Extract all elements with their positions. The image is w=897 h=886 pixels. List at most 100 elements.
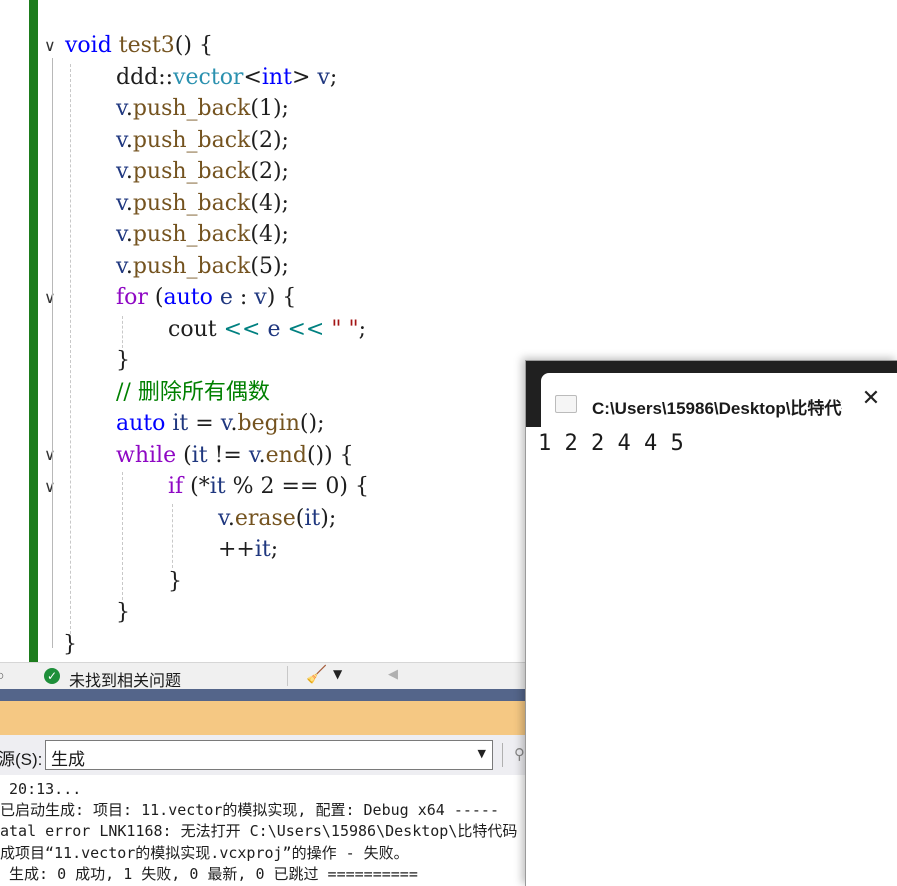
code-line[interactable]: } [168,567,182,597]
code-token: " " [331,316,359,342]
code-token: ) { [266,285,297,310]
code-token: ); [320,505,337,531]
console-tab[interactable]: C:\Users\15986\Desktop\比特代码 ✕ [541,373,897,427]
close-icon[interactable]: ✕ [858,386,884,412]
code-line[interactable]: auto it = v.begin(); [116,409,324,439]
output-line: atal error LNK1168: 无法打开 C:\Users\15986\… [0,822,518,840]
change-indicator-bar [29,0,38,662]
code-token: (* [183,474,210,499]
code-token: erase [234,505,296,531]
code-line[interactable]: ++it; [218,535,278,565]
indent-guide [172,504,173,568]
code-token: ++ [218,537,255,562]
code-token: v [116,190,126,216]
code-token: . [125,253,133,279]
code-token: . [125,96,133,121]
output-line: 已启动生成: 项目: 11.vector的模拟实现, 配置: Debug x64… [0,801,499,819]
code-token: . [230,411,238,436]
code-token: : [232,285,255,310]
code-line[interactable]: for (auto e : v) { [116,283,296,313]
issues-status[interactable]: 未找到相关问题 [69,667,181,691]
code-line[interactable]: ddd::vector<int> v; [116,63,337,93]
source-select-value: 生成 [51,750,85,769]
code-token: (2); [250,127,289,153]
output-pane[interactable]: 20:13... 已启动生成: 项目: 11.vector的模拟实现, 配置: … [0,775,525,885]
indent-guide [122,472,123,600]
code-token: ; [270,537,279,562]
chevron-down-icon[interactable]: ▼ [333,667,342,681]
divider [502,743,503,767]
code-token: auto [163,285,213,310]
code-token: begin [237,411,300,436]
code-token: ( [147,285,164,310]
code-token: while [116,442,177,468]
code-line[interactable]: v.push_back(2); [116,126,289,156]
code-token: int [261,64,292,90]
code-token: . [258,442,266,468]
code-line[interactable]: if (*it % 2 == 0) { [168,472,369,502]
code-line[interactable]: void test3() { [65,31,213,61]
editor-status-bar: ○ ✓ 未找到相关问题 🧹 ▼ ◀ [0,662,525,690]
code-token: v [220,411,231,436]
code-token: v [116,127,126,153]
code-line[interactable]: } [116,346,130,376]
code-line[interactable]: while (it != v.end()) { [116,441,354,471]
code-token: (4); [250,190,289,216]
code-line[interactable]: // 删除所有偶数 [116,378,270,408]
code-token: cout [168,316,224,342]
code-line[interactable]: v.erase(it); [218,504,336,534]
code-token: . [227,505,235,531]
code-token: = [188,411,221,436]
code-token: ( [176,442,192,468]
code-token: < [243,64,262,90]
chevron-down-icon: ▼ [477,747,486,760]
indent-guide [122,316,123,348]
code-line[interactable]: v.push_back(4); [116,220,289,250]
code-token: ; [358,316,367,342]
code-line[interactable]: } [116,598,130,628]
code-token: it [209,474,226,499]
console-window[interactable]: C:\Users\15986\Desktop\比特代码 ✕ 1 2 2 4 4 … [525,360,897,886]
nav-left-icon[interactable]: ◀ [388,667,398,682]
code-line[interactable]: cout << e << " "; [168,315,366,345]
output-panel-header [0,701,525,735]
code-token: test3 [118,33,175,58]
code-token: ddd:: [116,64,174,90]
output-line: 生成: 0 成功, 1 失败, 0 最新, 0 已跳过 ========== [0,865,418,883]
code-token: if [168,474,184,499]
zoom-icon: ○ [0,667,5,683]
cleanup-brush-icon[interactable]: 🧹 [306,665,327,685]
code-token: } [63,631,77,657]
code-token: << [223,316,261,342]
code-line[interactable]: v.push_back(4); [116,189,289,219]
console-tab-title: C:\Users\15986\Desktop\比特代码 [592,399,842,418]
console-titlebar[interactable]: C:\Users\15986\Desktop\比特代码 ✕ [526,361,897,427]
code-line[interactable]: v.push_back(1); [116,94,289,124]
code-token: . [125,159,133,184]
code-token: . [125,127,133,153]
panel-separator [0,689,525,701]
code-token: void [65,33,112,58]
output-line: 成项目“11.vector的模拟实现.vcxproj”的操作 - 失败。 [0,844,409,862]
find-icon[interactable]: ⚲ [514,745,525,763]
code-token: (4); [250,222,289,247]
code-token: } [116,600,130,625]
fold-region-line [52,58,53,648]
code-token: } [168,568,182,594]
console-output: 1 2 2 4 4 5 [538,431,684,456]
fold-toggle-icon[interactable]: ∨ [44,38,60,54]
code-line[interactable]: v.push_back(5); [116,252,289,282]
code-token: v [116,222,126,247]
code-token: () { [174,33,213,58]
code-line[interactable]: } [63,630,77,660]
code-line[interactable]: v.push_back(2); [116,157,289,187]
code-token: > [291,64,318,90]
indent-guide [70,64,71,634]
code-token: it [172,411,189,436]
code-token: } [116,348,130,373]
code-token: it [191,442,208,468]
source-select[interactable]: 生成 ▼ [45,740,493,770]
code-token: % 2 == 0) { [225,474,369,499]
